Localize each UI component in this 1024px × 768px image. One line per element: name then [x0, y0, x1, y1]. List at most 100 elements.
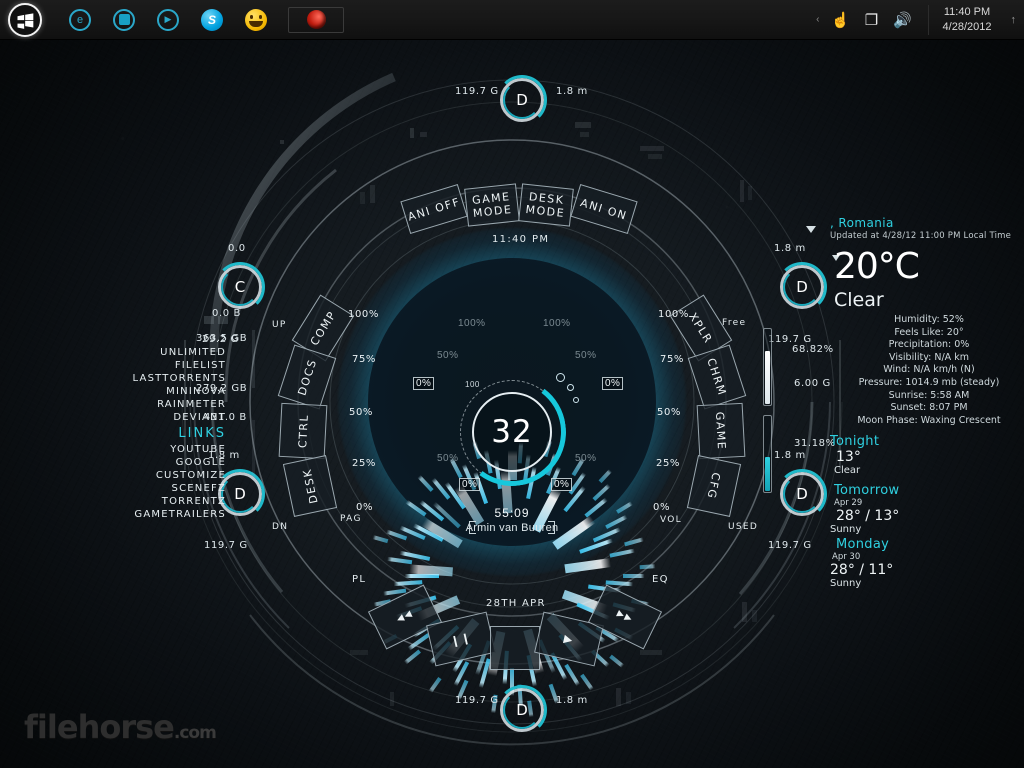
start-button[interactable]	[8, 2, 42, 37]
link-lasttorrents[interactable]: LASTTORRENTS	[96, 372, 226, 385]
hud-fragment	[575, 122, 591, 128]
memory-bar-free	[763, 328, 772, 406]
playlist-button[interactable]: PL	[352, 574, 366, 585]
equalizer-button[interactable]: EQ	[652, 574, 669, 585]
hand-icon[interactable]: ☝	[831, 11, 851, 29]
taskbar-clock[interactable]: 11:40 PM 4/28/2012	[927, 4, 994, 35]
stop-button[interactable]	[490, 626, 540, 670]
skype-icon[interactable]: S	[200, 8, 224, 32]
left-scale-50: 50%	[349, 407, 374, 418]
network-icon[interactable]: ❐	[862, 11, 882, 29]
opera-icon[interactable]	[288, 6, 344, 33]
skype-icon-glyph: S	[207, 12, 216, 27]
forecast-monday-temp: 28° / 11°	[830, 562, 894, 579]
watermark-text: filehorse	[24, 708, 175, 746]
pause-icon: ❙❙	[449, 630, 473, 648]
link-deviant[interactable]: DEVIANT	[96, 411, 226, 424]
weather-details: Humidity: 52% Feels Like: 20° Precipitat…	[830, 314, 1024, 427]
volume-icon[interactable]: 🔊	[893, 11, 913, 29]
ani-off-label: ANI OFF	[406, 194, 462, 224]
link-mininova[interactable]: MININOVA	[96, 385, 226, 398]
left-scale-0: 0%	[356, 502, 374, 513]
drive-d-right-lower-size: 119.7 G	[768, 540, 812, 551]
inner-scale-right-50: 50%	[575, 350, 597, 361]
desk-mode-label-2: MODE	[524, 202, 566, 220]
forecast-monday-desc: Sunny	[830, 578, 862, 590]
link-torrentz[interactable]: TORRENTZ	[96, 495, 226, 508]
show-desktop-icon[interactable]: ↑	[1005, 14, 1017, 26]
game-mode-label-2: MODE	[472, 202, 514, 220]
forecast-tomorrow-date: Apr 29	[834, 498, 863, 509]
link-rainmeter[interactable]: RAINMETER	[96, 398, 226, 411]
forecast-tomorrow-desc: Sunny	[830, 524, 862, 536]
hud-fragment	[640, 146, 664, 151]
weather-humidity: Humidity: 52%	[894, 314, 964, 325]
up-scale-label: UP	[272, 320, 287, 330]
system-tray: ‹ ☝ ❐ 🔊 11:40 PM 4/28/2012 ↑	[816, 4, 1024, 35]
comp-label: COMP	[307, 308, 339, 348]
ctrl-button[interactable]: CTRL	[278, 402, 328, 460]
ie-icon[interactable]: e	[68, 8, 92, 32]
weather-temperature: 20°C	[834, 246, 920, 287]
net-bar-decoration	[218, 316, 228, 324]
weather-location: , Romania	[830, 216, 894, 230]
hud-fragment	[648, 154, 662, 159]
weather-collapse-arrow-icon[interactable]	[806, 226, 816, 233]
chrm-button[interactable]: CHRM	[687, 344, 747, 410]
cpu-gauge[interactable]: 32	[472, 392, 552, 472]
explorer-icon-glyph	[118, 14, 130, 25]
drive-d-left-size: 119.7 G	[204, 540, 248, 551]
vol-scale-label: VOL	[660, 515, 682, 525]
net-bar-decoration	[204, 316, 214, 324]
left-scale-75: 75%	[352, 354, 377, 365]
drive-d-bottom[interactable]: D	[497, 685, 547, 735]
link-unlimited[interactable]: UNLIMITED	[96, 346, 226, 359]
desk-mode-button[interactable]: DESK MODE	[518, 183, 574, 227]
forecast-tomorrow-title: Tomorrow	[834, 483, 900, 499]
media-player-icon[interactable]: ▶	[156, 8, 180, 32]
right-scale-50: 50%	[657, 407, 682, 418]
bracket-left-decoration	[469, 521, 476, 534]
link-scenefz[interactable]: SCENEFZ	[96, 482, 226, 495]
tray-expand-chevron-icon[interactable]: ‹	[816, 14, 819, 25]
hud-clock-time: 11:40	[492, 234, 528, 245]
ani-on-button[interactable]: ANI ON	[570, 183, 638, 235]
cpu-gauge-value: 32	[491, 414, 533, 450]
explorer-icon[interactable]	[112, 8, 136, 32]
link-customize[interactable]: CUSTOMIZE	[96, 469, 226, 482]
drive-d-right-lower[interactable]: D	[777, 469, 827, 519]
link-google[interactable]: GOOGLE	[96, 456, 226, 469]
link-youtube[interactable]: YOUTUBE	[96, 443, 226, 456]
smiley-icon[interactable]	[244, 8, 268, 32]
forecast-tonight-desc: Clear	[834, 465, 861, 477]
memory-bar-used	[763, 415, 772, 493]
bubble-decoration-icon	[556, 373, 565, 382]
game-button[interactable]: GAME	[696, 402, 746, 460]
next-icon: ▶▶	[615, 608, 635, 626]
right-scale-25: 25%	[656, 458, 681, 469]
drive-d-right-upper[interactable]: D	[777, 262, 827, 312]
windows-logo-icon	[17, 12, 34, 29]
drive-d-right-upper-letter: D	[796, 278, 808, 296]
forecast-tonight-temp: 13°	[836, 449, 861, 466]
ani-off-button[interactable]: ANI OFF	[400, 183, 468, 235]
media-player-icon-glyph: ▶	[164, 14, 172, 24]
weather-wind: Wind: N/A km/h (N)	[883, 364, 975, 376]
game-mode-button[interactable]: GAME MODE	[464, 183, 520, 227]
net-total-down-value: 363.5 GB	[196, 333, 248, 344]
ie-icon-glyph: e	[76, 13, 84, 26]
link-filelist[interactable]: FILELIST	[96, 359, 226, 372]
hud-clock-ampm: PM	[532, 234, 550, 245]
drive-d-top[interactable]: D	[497, 75, 547, 125]
inner-scale-left-100: 100%	[458, 318, 486, 329]
taskbar-time: 11:40 PM	[943, 5, 991, 18]
hud-fragment	[742, 602, 747, 622]
link-gametrailers[interactable]: GAMETRAILERS	[96, 508, 226, 521]
play-icon: ▶	[562, 631, 576, 647]
bubble-decoration-icon	[567, 384, 574, 391]
hud-fragment	[616, 688, 621, 706]
weather-sunrise: Sunrise: 5:58 AM	[888, 389, 970, 401]
drive-c-left[interactable]: C	[215, 262, 265, 312]
cfg-label: CFG	[704, 471, 724, 501]
desk-label: DESK	[299, 467, 321, 505]
